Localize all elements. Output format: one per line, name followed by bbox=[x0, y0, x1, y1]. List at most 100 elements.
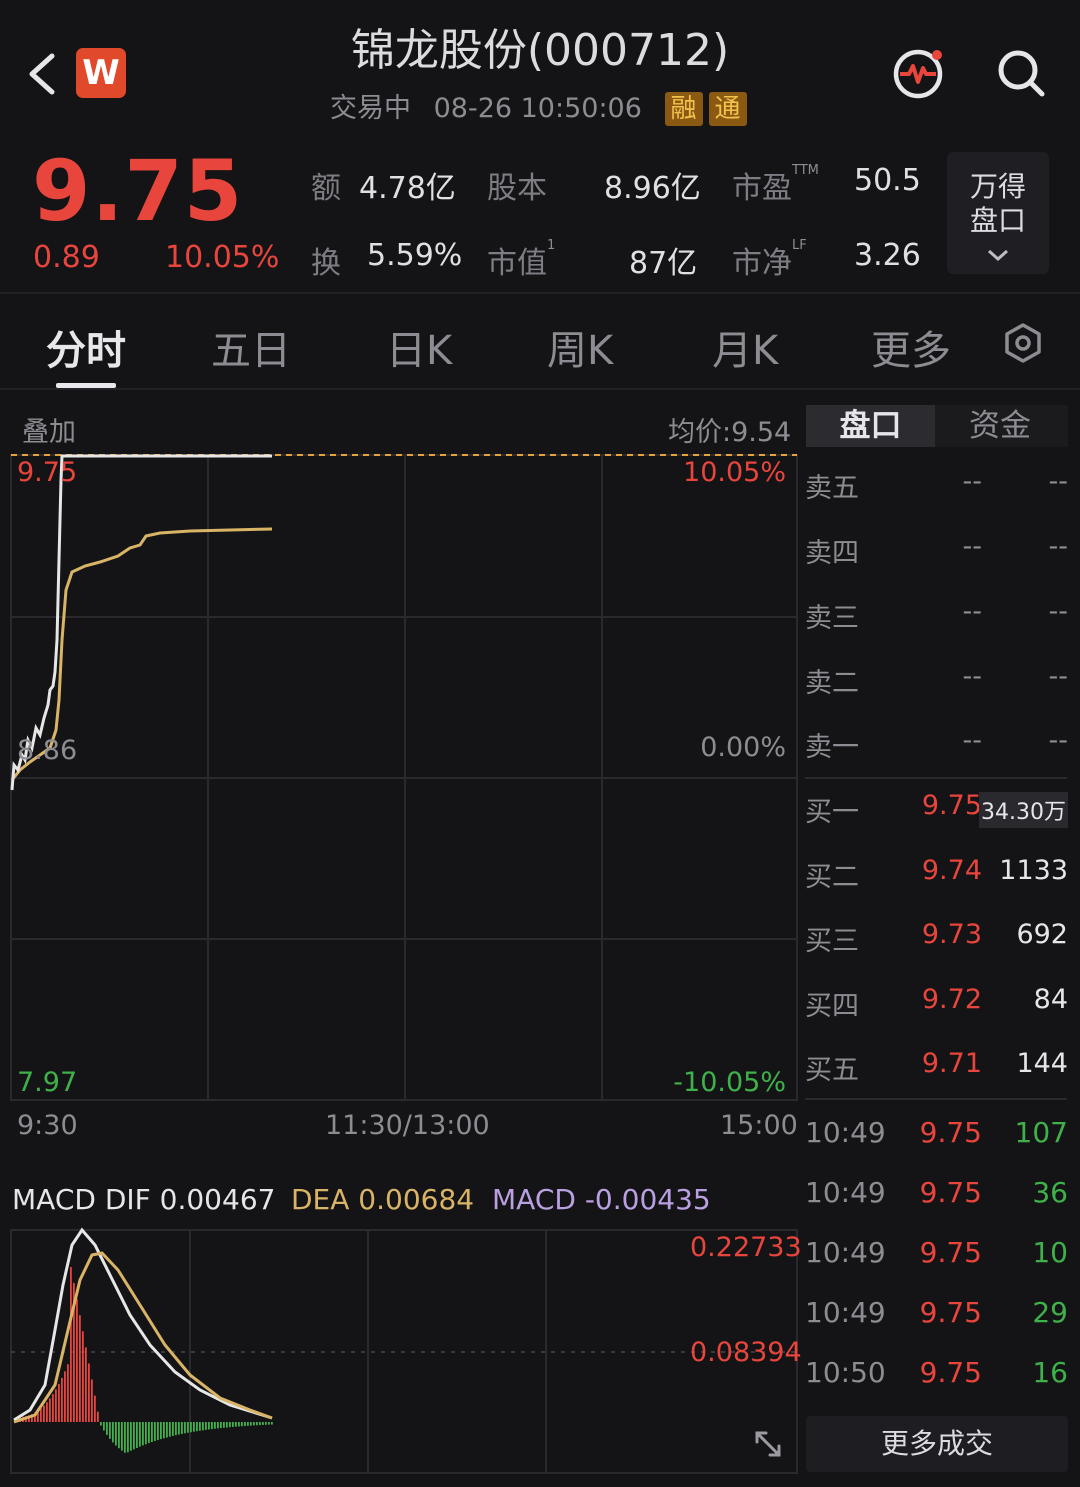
ask-row-volume: -- bbox=[1048, 725, 1069, 756]
macd-bar bbox=[112, 1422, 114, 1443]
macd-bar bbox=[106, 1422, 108, 1435]
pct-high-label: 10.05% bbox=[683, 457, 786, 488]
trade-row-volume: 107 bbox=[1014, 1116, 1068, 1149]
pe-value: 50.5 bbox=[854, 163, 921, 198]
macd-bar bbox=[172, 1422, 174, 1436]
trade-row: 10:49 9.75 29 bbox=[805, 1296, 1070, 1336]
price-low-label: 7.97 bbox=[17, 1067, 78, 1098]
macd-bar bbox=[124, 1422, 126, 1453]
trade-row: 10:49 9.75 107 bbox=[805, 1116, 1070, 1156]
bid-row-volume: 34.30万 bbox=[979, 792, 1068, 828]
macd-bar bbox=[250, 1422, 252, 1426]
macd-bar bbox=[64, 1371, 66, 1422]
macd-bar bbox=[247, 1422, 249, 1426]
macd-bar bbox=[58, 1383, 60, 1422]
chart-grid bbox=[10, 454, 798, 1474]
ask-row-label: 卖三 bbox=[805, 603, 859, 634]
ask-row-label: 卖五 bbox=[805, 473, 859, 504]
time-start-label: 9:30 bbox=[17, 1110, 78, 1141]
macd-bar bbox=[181, 1422, 183, 1434]
macd-bar bbox=[175, 1422, 177, 1436]
macd-bar bbox=[205, 1422, 207, 1430]
macd-bar bbox=[70, 1267, 72, 1422]
macd-bar bbox=[151, 1422, 153, 1443]
pb-value: 3.26 bbox=[854, 238, 921, 273]
ask-row-volume: -- bbox=[1048, 531, 1069, 562]
macd-bar bbox=[169, 1422, 171, 1437]
macd-bar bbox=[256, 1422, 258, 1426]
macd-bar bbox=[259, 1422, 261, 1426]
intraday-chart[interactable] bbox=[0, 0, 800, 1487]
macd-bar bbox=[238, 1422, 240, 1427]
macd-bar bbox=[130, 1422, 132, 1451]
macd-dea-label: DEA 0.00684 bbox=[291, 1183, 475, 1216]
macd-bar bbox=[202, 1422, 204, 1431]
macd-bar bbox=[49, 1398, 51, 1422]
ask-row-price: -- bbox=[962, 531, 983, 562]
macd-bar bbox=[154, 1422, 156, 1442]
macd-bar bbox=[160, 1422, 162, 1440]
macd-bar bbox=[211, 1422, 213, 1430]
time-end-label: 15:00 bbox=[720, 1110, 798, 1141]
tab-orderbook[interactable]: 盘口 bbox=[806, 405, 935, 447]
macd-bar bbox=[157, 1422, 159, 1441]
macd-bar bbox=[220, 1422, 222, 1429]
macd-bar bbox=[145, 1422, 147, 1445]
ask-row-price: -- bbox=[962, 725, 983, 756]
macd-bar bbox=[55, 1389, 57, 1422]
overlay-button[interactable]: 叠加 bbox=[22, 410, 76, 449]
ask-row-price: -- bbox=[962, 661, 983, 692]
macd-bar bbox=[223, 1422, 225, 1428]
bid-row-price: 9.75 bbox=[921, 790, 982, 821]
bid-row: 买三 9.73 692 bbox=[805, 919, 1070, 959]
trade-row-volume: 16 bbox=[1032, 1356, 1068, 1389]
trade-row-price: 9.75 bbox=[919, 1176, 982, 1209]
tab-capital-flow[interactable]: 资金 bbox=[935, 405, 1065, 447]
macd-bar bbox=[262, 1422, 264, 1425]
macd-bar bbox=[94, 1395, 96, 1422]
ask-bid-divider bbox=[805, 777, 1067, 779]
bid-row-volume: 144 bbox=[1016, 1048, 1068, 1079]
macd-value-label: MACD -0.00435 bbox=[492, 1183, 711, 1216]
ask-row: 卖三 -- -- bbox=[805, 596, 1070, 636]
tab-more[interactable]: 更多 bbox=[871, 318, 951, 376]
trade-row-price: 9.75 bbox=[919, 1116, 982, 1149]
trade-row: 10:49 9.75 10 bbox=[805, 1236, 1070, 1276]
bid-row-price: 9.72 bbox=[921, 984, 982, 1015]
macd-bar bbox=[139, 1422, 141, 1447]
macd-bar bbox=[115, 1422, 117, 1446]
macd-bar bbox=[235, 1422, 237, 1427]
macd-high-label: 0.22733 bbox=[690, 1232, 802, 1263]
bid-row-volume: 1133 bbox=[999, 855, 1068, 886]
pulse-monitor-icon[interactable] bbox=[892, 46, 946, 100]
macd-bar bbox=[229, 1422, 231, 1428]
bid-row-volume: 692 bbox=[1016, 919, 1068, 950]
macd-bar bbox=[103, 1422, 105, 1431]
macd-bar bbox=[208, 1422, 210, 1430]
ask-row-label: 卖一 bbox=[805, 732, 859, 763]
macd-bar bbox=[85, 1347, 87, 1422]
macd-mid-label: 0.08394 bbox=[690, 1337, 802, 1368]
macd-bar bbox=[79, 1315, 81, 1422]
wind-orderbook-button[interactable]: 万得 盘口 bbox=[947, 152, 1049, 274]
bid-row-label: 买五 bbox=[805, 1055, 859, 1086]
trade-row-price: 9.75 bbox=[919, 1236, 982, 1269]
macd-bar bbox=[148, 1422, 150, 1444]
macd-bar bbox=[43, 1405, 45, 1422]
more-trades-button[interactable]: 更多成交 bbox=[806, 1416, 1068, 1472]
macd-bar bbox=[127, 1422, 129, 1453]
macd-bar bbox=[241, 1422, 243, 1427]
trade-row: 10:49 9.75 36 bbox=[805, 1176, 1070, 1216]
settings-icon[interactable] bbox=[1002, 322, 1044, 364]
expand-icon[interactable] bbox=[752, 1428, 784, 1460]
pct-low-label: -10.05% bbox=[673, 1067, 786, 1098]
macd-bar bbox=[142, 1422, 144, 1446]
bid-row-price: 9.74 bbox=[921, 855, 982, 886]
trade-row-volume: 36 bbox=[1032, 1176, 1068, 1209]
macd-bar bbox=[166, 1422, 168, 1438]
macd-bar bbox=[40, 1408, 42, 1422]
bid-trades-divider bbox=[805, 1098, 1067, 1100]
search-icon[interactable] bbox=[994, 46, 1048, 100]
macd-dif-line bbox=[13, 1227, 273, 1422]
macd-bar bbox=[82, 1331, 84, 1422]
